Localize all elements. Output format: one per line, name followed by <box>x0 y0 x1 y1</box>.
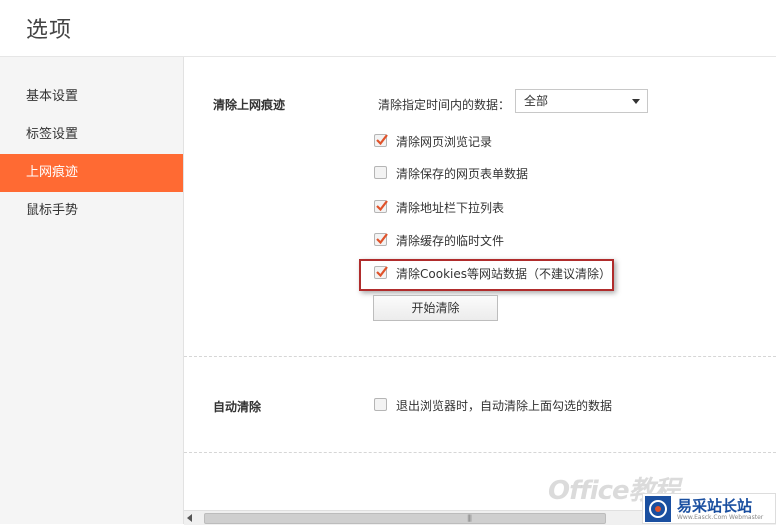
sidebar-item-browsing-traces[interactable]: 上网痕迹 <box>0 154 183 192</box>
checkmark-icon <box>376 233 388 245</box>
auto-clear-section-title: 自动清除 <box>213 400 262 414</box>
scroll-left-arrow-icon[interactable] <box>187 514 192 522</box>
page-title: 选项 <box>26 18 73 43</box>
checkbox[interactable] <box>374 134 388 147</box>
sidebar-item-mouse-gestures[interactable]: 鼠标手势 <box>0 192 183 230</box>
checkbox[interactable] <box>374 200 388 213</box>
sidebar: 基本设置 标签设置 上网痕迹 鼠标手势 <box>0 57 184 524</box>
option-label: 清除Cookies等网站数据（不建议清除） <box>396 267 611 281</box>
sidebar-item-basic-settings[interactable]: 基本设置 <box>0 78 183 116</box>
option-label: 清除地址栏下拉列表 <box>396 201 505 215</box>
logo-text: 易采站长站 <box>677 497 753 515</box>
section-divider <box>184 452 776 453</box>
checkmark-icon <box>376 200 388 212</box>
options-header: 选项 <box>0 0 776 57</box>
checkbox[interactable] <box>374 233 388 246</box>
checkbox[interactable] <box>374 166 387 179</box>
option-label: 退出浏览器时，自动清除上面勾选的数据 <box>396 399 613 413</box>
time-range-select[interactable]: 全部 <box>515 89 648 113</box>
checkmark-icon <box>376 266 388 278</box>
time-range-label: 清除指定时间内的数据： <box>378 98 511 112</box>
scrollbar-thumb[interactable]: ||| <box>204 513 606 524</box>
option-label: 清除缓存的临时文件 <box>396 234 505 248</box>
logo-subtext: Www.Easck.Com Webmaster <box>677 514 764 521</box>
checkmark-icon <box>376 134 388 146</box>
grip-icon: ||| <box>467 514 472 522</box>
logo-icon <box>645 496 671 522</box>
checkbox[interactable] <box>374 266 388 279</box>
sidebar-item-tab-settings[interactable]: 标签设置 <box>0 116 183 154</box>
settings-content: 清除上网痕迹 清除指定时间内的数据： 全部 清除网页浏览记录 清除保存的网页表单… <box>184 57 776 524</box>
chevron-down-icon <box>632 99 640 104</box>
section-divider <box>184 356 776 357</box>
checkbox[interactable] <box>374 398 387 411</box>
time-range-value: 全部 <box>524 94 549 108</box>
option-label: 清除保存的网页表单数据 <box>396 167 529 181</box>
option-label: 清除网页浏览记录 <box>396 135 493 149</box>
start-clear-button[interactable]: 开始清除 <box>373 295 498 321</box>
clear-traces-section-title: 清除上网痕迹 <box>213 98 286 112</box>
site-logo: 易采站长站 Www.Easck.Com Webmaster <box>642 493 776 524</box>
